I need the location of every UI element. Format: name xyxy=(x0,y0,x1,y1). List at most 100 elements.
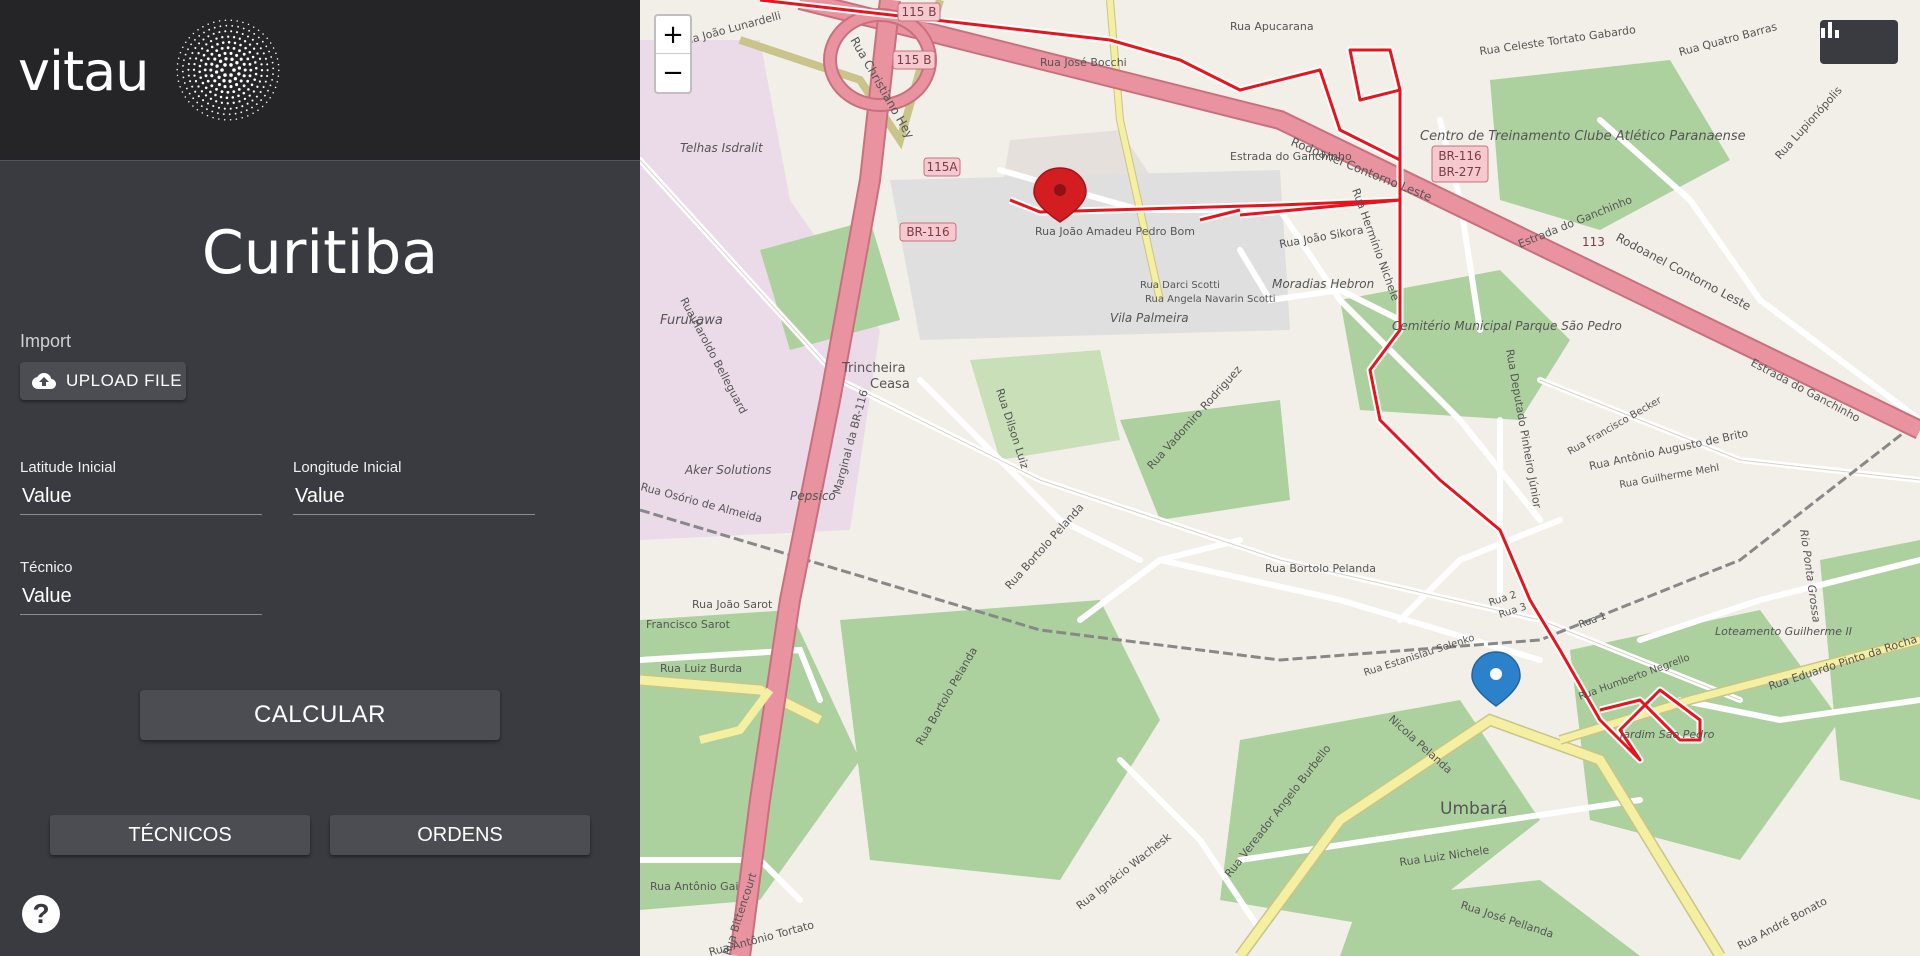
logo-dot xyxy=(213,57,217,61)
logo-dot xyxy=(236,20,238,22)
map-label-wachesk: Rua Ignácio Wachesk xyxy=(1074,830,1174,912)
logo-dot xyxy=(243,68,247,72)
logo-text: vitau xyxy=(18,40,149,103)
map-label-ribeiro: Rio Ponta Grossa xyxy=(1797,529,1823,624)
logo-dot xyxy=(261,105,264,108)
logo-dot xyxy=(229,73,233,77)
logo-dot xyxy=(235,61,239,65)
logo-dot xyxy=(253,78,256,81)
city-title: Curitiba xyxy=(201,218,439,288)
map-label-celeste: Rua Celeste Tortato Gabardo xyxy=(1479,23,1637,58)
logo-dot xyxy=(197,52,200,55)
logo-dot xyxy=(220,46,224,50)
logo-dot xyxy=(237,94,240,98)
upload-file-label: UPLOAD FILE xyxy=(66,371,183,390)
logo-dot xyxy=(201,112,204,114)
logo-dot xyxy=(268,50,270,53)
shield-113: 113 xyxy=(1582,235,1605,249)
logo-dot xyxy=(215,37,218,40)
upload-file-button[interactable]: UPLOAD FILE xyxy=(20,362,186,400)
map-label-pepsico: Pepsico xyxy=(790,489,836,503)
logo-dot xyxy=(272,67,275,70)
ordens-button[interactable]: ORDENS xyxy=(330,815,590,855)
logo-dot xyxy=(184,53,187,56)
logo-dot xyxy=(224,30,227,33)
calcular-button[interactable]: CALCULAR xyxy=(140,690,500,740)
logo-dot xyxy=(238,37,241,40)
map-label-pelanda: Rua Bortolo Pelanda xyxy=(1003,501,1087,592)
logo-dot xyxy=(197,95,200,98)
logo-dot xyxy=(255,95,258,98)
tecnico-input[interactable] xyxy=(20,584,266,614)
map-canvas[interactable]: Telhas Isdralit Furukawa Trincheira Ceas… xyxy=(640,0,1920,956)
logo-dot xyxy=(242,84,246,88)
logo-dot xyxy=(215,100,218,103)
logo-dot xyxy=(232,68,236,72)
longitude-input[interactable] xyxy=(293,484,539,514)
map-view[interactable]: Telhas Isdralit Furukawa Trincheira Ceas… xyxy=(640,0,1920,956)
latitude-input[interactable] xyxy=(20,484,266,514)
logo-dot xyxy=(224,19,227,22)
logo-dot xyxy=(207,35,210,38)
logo-dot xyxy=(228,79,232,83)
map-label-burda: Rua Luiz Burda xyxy=(660,662,742,675)
logo-dot xyxy=(228,113,231,116)
logo-dot xyxy=(271,61,274,64)
logo-dot xyxy=(248,62,252,66)
zoom-in-button[interactable]: + xyxy=(656,16,690,54)
logo-dot xyxy=(241,105,244,108)
logo-dot xyxy=(198,42,201,45)
logo-dot xyxy=(251,38,254,41)
tecnicos-button[interactable]: TÉCNICOS xyxy=(50,815,310,855)
logo-dot xyxy=(219,95,223,99)
logo-dot xyxy=(188,92,191,95)
zoom-out-button[interactable]: − xyxy=(656,54,690,91)
logo-dot xyxy=(235,106,238,109)
logo-dot xyxy=(217,83,221,87)
destination-marker-icon[interactable] xyxy=(1471,651,1521,707)
logo-dot xyxy=(213,26,216,29)
logo-dot xyxy=(210,52,214,56)
logo-dot xyxy=(246,35,250,38)
map-label-biguacu: Rua Lupionópolis xyxy=(1773,84,1845,162)
map-label-quatro: Rua Quatro Barras xyxy=(1677,20,1778,59)
logo-dot xyxy=(258,80,262,83)
stats-button[interactable] xyxy=(1820,20,1898,64)
map-label-umbara: Umbará xyxy=(1440,799,1508,819)
logo-dot xyxy=(176,68,178,71)
logo-dot xyxy=(209,90,212,94)
logo-dot xyxy=(259,47,262,50)
logo-dot xyxy=(232,36,236,39)
logo-header: vitau xyxy=(0,0,640,161)
logo-dot xyxy=(227,40,231,44)
logo-dot xyxy=(177,57,180,59)
help-icon[interactable]: ? xyxy=(22,895,60,933)
logo-dot xyxy=(205,43,208,46)
logo-dot xyxy=(198,35,201,37)
logo-dot xyxy=(235,31,239,34)
logo-dot xyxy=(212,32,215,35)
logo-dot xyxy=(259,90,262,94)
logo-dot xyxy=(264,94,266,97)
logo-dot xyxy=(192,68,196,71)
logo-dot xyxy=(247,23,250,26)
logo-dot xyxy=(277,75,280,77)
map-label-aker: Aker Solutions xyxy=(684,463,771,477)
logo-dot xyxy=(211,110,214,113)
logo-dot xyxy=(218,118,220,120)
logo-dot xyxy=(244,46,247,50)
map-label-navarin: Rua Angela Navarin Scotti xyxy=(1145,294,1276,305)
logo-dot xyxy=(248,74,252,78)
logo-dot xyxy=(262,52,265,55)
logo-dot xyxy=(255,103,258,105)
logo-dot xyxy=(204,94,208,97)
logo-dot xyxy=(257,109,259,111)
logo-dot xyxy=(186,87,188,90)
logo-dot xyxy=(237,25,239,28)
logo-dot xyxy=(209,68,213,72)
logo-dot xyxy=(176,63,179,65)
logo-dot xyxy=(256,85,259,88)
logo-dot xyxy=(223,73,227,77)
logo-dot xyxy=(193,62,196,66)
map-label-bonato: Rua André Bonato xyxy=(1735,894,1829,952)
